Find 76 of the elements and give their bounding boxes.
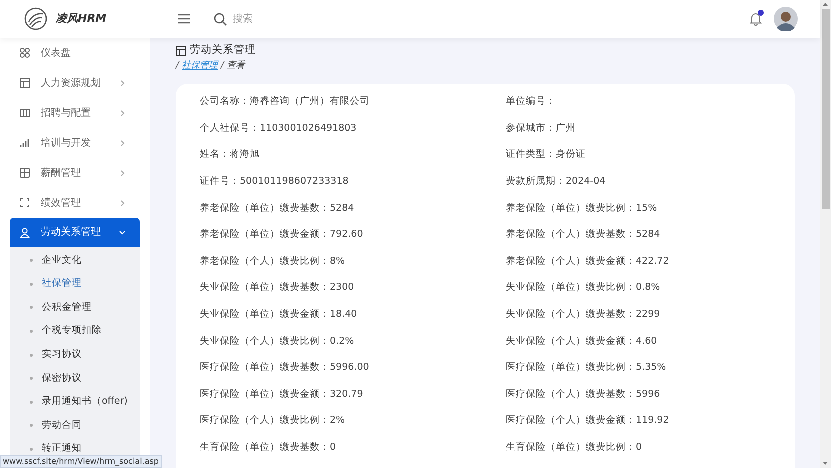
table-icon (176, 46, 186, 56)
breadcrumb-current: 查看 (227, 60, 246, 74)
detail-field: 医疗保险（单位）缴费基数：5996.00 (190, 361, 496, 376)
bell-icon[interactable] (750, 12, 762, 26)
corners-icon (20, 198, 30, 208)
bullet-icon (30, 448, 33, 452)
detail-field: 公司名称：海睿咨询（广州）有限公司 (190, 95, 496, 110)
grid-icon (20, 168, 30, 178)
submenu-item[interactable]: 劳动合同 (42, 418, 82, 434)
detail-field: 养老保险（个人）缴费金额：422.72 (496, 254, 795, 269)
detail-field: 费款所属期：2024-04 (496, 174, 795, 190)
sidebar-item[interactable]: 仪表盘 (10, 38, 140, 68)
submenu-item[interactable]: 实习协议 (42, 348, 82, 362)
scrollbar[interactable] (820, 0, 831, 468)
submenu-item[interactable]: 公积金管理 (42, 300, 92, 316)
sidebar-item[interactable]: 劳动关系管理 (10, 218, 140, 247)
detail-field: 生育保险（单位）缴费基数：0 (190, 440, 496, 456)
submenu-item[interactable]: 转正通知 (42, 442, 82, 457)
detail-field: 养老保险（单位）缴费基数：5284 (190, 202, 496, 216)
detail-field: 姓名：蒋海旭 (190, 148, 496, 163)
detail-field: 医疗保险（个人）缴费金额：119.92 (496, 414, 795, 429)
detail-field: 失业保险（单位）缴费比例：0.8% (496, 281, 795, 296)
detail-field: 养老保险（单位）缴费比例：15% (496, 202, 795, 216)
detail-field: 医疗保险（个人）缴费基数：5996 (496, 388, 795, 402)
bullet-icon (30, 282, 33, 286)
breadcrumb-link[interactable]: 社保管理 (182, 60, 218, 74)
submenu-item[interactable]: 保密协议 (42, 372, 82, 386)
scrollbar-thumb[interactable] (822, 9, 830, 209)
avatar[interactable] (774, 7, 798, 31)
bullet-icon (30, 354, 33, 357)
detail-field: 失业保险（个人）缴费基数：2299 (496, 308, 795, 322)
search-field[interactable]: 搜索 (233, 12, 353, 26)
submenu-item[interactable]: 个税专项扣除 (42, 324, 102, 339)
sidebar-item[interactable]: 绩效管理 (10, 188, 140, 218)
detail-field: 失业保险（个人）缴费金额：4.60 (496, 334, 795, 349)
submenu-item[interactable]: 企业文化 (42, 254, 82, 268)
bullet-icon (30, 259, 33, 262)
logo-text: 凌风HRM (56, 10, 107, 27)
detail-field: 个人社保号：1103001026491803 (190, 122, 496, 136)
sidebar-item[interactable]: 培训与开发 (10, 128, 140, 158)
logo-icon (24, 7, 48, 31)
detail-field: 生育保险（单位）缴费比例：0 (496, 440, 795, 456)
sidebar-item[interactable]: 薪酬管理 (10, 158, 140, 188)
search-icon[interactable] (214, 12, 227, 26)
sidebar-item[interactable]: 人力资源规划 (10, 68, 140, 98)
detail-field: 失业保险（单位）缴费基数：2300 (190, 281, 496, 296)
detail-field: 养老保险（个人）缴费比例：8% (190, 254, 496, 269)
detail-field: 单位编号： (496, 95, 795, 110)
submenu-item[interactable]: 录用通知书（offer) (42, 395, 128, 410)
detail-field: 失业保险（单位）缴费金额：18.40 (190, 308, 496, 322)
detail-field: 养老保险（个人）缴费基数：5284 (496, 228, 795, 242)
bar-chart-icon (20, 138, 30, 148)
layout-icon (20, 78, 30, 88)
submenu-item[interactable]: 社保管理 (42, 277, 82, 292)
breadcrumb-separator: / (176, 60, 180, 74)
dashboard-icon (20, 48, 30, 58)
page-title: 劳动关系管理 (190, 43, 256, 58)
status-url: www.sscf.site/hrm/View/hrm_social.asp (0, 455, 162, 468)
breadcrumb-separator: / (221, 60, 224, 74)
menu-icon[interactable] (178, 14, 190, 24)
bullet-icon (30, 424, 33, 428)
detail-field: 医疗保险（单位）缴费比例：5.35% (496, 361, 795, 376)
sidebar-item[interactable]: 招聘与配置 (10, 98, 140, 128)
detail-field: 失业保险（个人）缴费比例：0.2% (190, 334, 496, 349)
bullet-icon (30, 377, 33, 380)
bullet-icon (30, 400, 33, 404)
user-icon (20, 228, 30, 238)
bullet-icon (30, 306, 33, 310)
detail-field: 医疗保险（单位）缴费金额：320.79 (190, 388, 496, 402)
detail-field: 证件类型：身份证 (496, 148, 795, 163)
detail-field: 证件号：500101198607233318 (190, 174, 496, 190)
detail-field: 医疗保险（个人）缴费比例：2% (190, 414, 496, 429)
bullet-icon (30, 330, 33, 334)
columns-icon (20, 108, 30, 118)
detail-field: 参保城市：广州 (496, 122, 795, 136)
detail-field: 养老保险（单位）缴费金额：792.60 (190, 228, 496, 242)
